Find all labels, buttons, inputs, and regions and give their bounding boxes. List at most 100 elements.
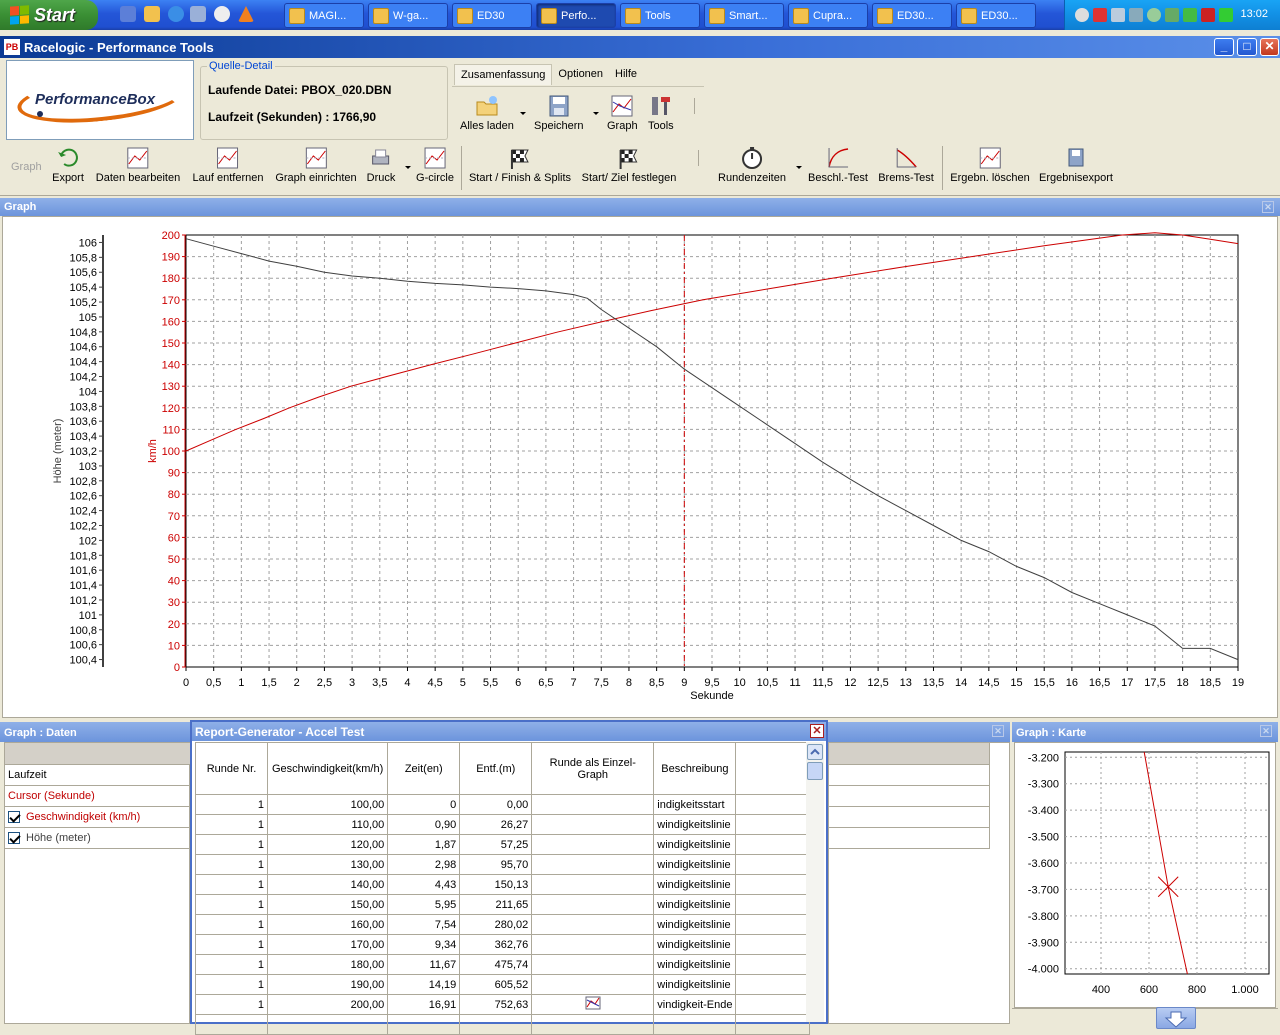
taskbar-task[interactable]: Perfo...	[536, 3, 616, 28]
taskbar-task[interactable]: Cupra...	[788, 3, 868, 28]
tray-icon[interactable]	[1093, 8, 1107, 22]
report-row[interactable]: 1 100,00 0 0,00 indigkeitsstart	[195, 794, 811, 815]
report-row[interactable]: 1 160,00 7,54 280,02 windigkeitslinie	[195, 914, 811, 935]
report-row[interactable]: 1 120,00 1,87 57,25 windigkeitslinie	[195, 834, 811, 855]
graph-icon[interactable]	[585, 996, 601, 1010]
set-start-finish-button[interactable]: Start/ Ziel festlegen	[582, 146, 676, 184]
load-all-button[interactable]: Alles laden	[460, 94, 514, 132]
report-column-header[interactable]: Geschwindigkeit(km/h)	[266, 742, 389, 795]
report-close-button[interactable]: ✕	[810, 724, 824, 738]
report-row[interactable]: 1 110,00 0,90 26,27 windigkeitslinie	[195, 814, 811, 835]
taskbar-task[interactable]: Smart...	[704, 3, 784, 28]
report-row[interactable]: 1 150,00 5,95 211,65 windigkeitslinie	[195, 894, 811, 915]
height-tick-label: 105,6	[69, 267, 97, 279]
quicklaunch-media-icon[interactable]	[214, 6, 230, 22]
map-panel-close-button[interactable]: ✕	[1260, 725, 1272, 737]
scroll-down-button[interactable]	[1156, 1007, 1196, 1029]
quicklaunch-desktop-icon[interactable]	[120, 6, 136, 22]
edit-data-button[interactable]: Daten bearbeiten	[96, 146, 180, 184]
report-scrollbar[interactable]	[806, 742, 824, 1022]
tray-icon[interactable]	[1219, 8, 1233, 22]
menu-hilfe[interactable]: Hilfe	[609, 68, 643, 80]
menu-zusamenfassung[interactable]: Zusamenfassung	[454, 63, 553, 85]
lap-times-button[interactable]: Rundenzeiten	[718, 146, 786, 184]
report-generator-window[interactable]: Report-Generator - Accel Test ✕ Runde Nr…	[190, 720, 828, 1035]
toolbar-button-label: Export	[52, 172, 84, 184]
report-column-header[interactable]: Runde Nr.	[195, 742, 268, 795]
graph-setup-button[interactable]: Graph einrichten	[275, 146, 357, 184]
quicklaunch-app-icon[interactable]	[190, 6, 206, 22]
data-row-height[interactable]: Höhe (meter)	[5, 828, 191, 849]
report-cell: 150,00	[266, 894, 389, 915]
accel-test-button[interactable]: Beschl.-Test	[808, 146, 868, 184]
graph-button[interactable]: Graph	[607, 94, 638, 132]
tray-icon[interactable]	[1183, 8, 1197, 22]
report-column-header[interactable]: Entf.(m)	[459, 742, 533, 795]
report-column-header[interactable]: Runde als Einzel-Graph	[531, 742, 655, 795]
report-cell: 475,74	[459, 954, 533, 975]
report-cell: 1	[195, 874, 268, 895]
window-titlebar[interactable]: PB Racelogic - Performance Tools _ □ ✕	[0, 36, 1280, 58]
data-values-column-header	[829, 743, 989, 765]
report-row[interactable]: 1 190,00 14,19 605,52 windigkeitslinie	[195, 974, 811, 995]
save-button[interactable]: Speichern	[534, 94, 584, 132]
start-finish-splits-button[interactable]: Start / Finish & Splits	[469, 146, 571, 184]
quicklaunch-folder-icon[interactable]	[144, 6, 160, 22]
height-tick-label: 103,2	[69, 446, 97, 458]
g-circle-button[interactable]: G-circle	[416, 146, 454, 184]
tools-button[interactable]: Tools	[648, 94, 674, 132]
tray-icon[interactable]	[1075, 8, 1089, 22]
start-button[interactable]: Start	[0, 0, 98, 30]
report-titlebar[interactable]: Report-Generator - Accel Test ✕	[192, 722, 826, 741]
tray-icon[interactable]	[1147, 8, 1161, 22]
maximize-button[interactable]: □	[1237, 38, 1257, 56]
scroll-up-button[interactable]	[807, 744, 823, 760]
report-column-header[interactable]: Zeit(en)	[387, 742, 461, 795]
taskbar-task[interactable]: ED30...	[956, 3, 1036, 28]
report-row[interactable]: 1 170,00 9,34 362,76 windigkeitslinie	[195, 934, 811, 955]
report-cell: 1	[195, 934, 268, 955]
results-export-button[interactable]: Ergebnisexport	[1039, 146, 1113, 184]
taskbar-task[interactable]: ED30...	[872, 3, 952, 28]
taskbar-task[interactable]: ED30	[452, 3, 532, 28]
chevron-down-icon[interactable]	[520, 112, 526, 115]
data-row-speed[interactable]: Geschwindigkeit (km/h)	[5, 807, 191, 828]
tray-icon[interactable]	[1111, 8, 1125, 22]
graph-area[interactable]: 0 0,5 1 1,5 2 2,5 3 3,5 4 4,5 5 5,5 6 6,5 7 7,5 8 8,5 9 9,5…	[2, 216, 1278, 718]
map-panel[interactable]: -3.200 -3.300 -3.400 -3.500 -3.600 -3.700 -3.8…	[1014, 742, 1276, 1008]
track-map[interactable]: -3.200 -3.300 -3.400 -3.500 -3.600 -3.700 -3.8…	[1015, 743, 1275, 1007]
report-cell[interactable]	[531, 994, 655, 1015]
report-column-header[interactable]: Beschreibung	[653, 742, 737, 795]
data-panel-close-button[interactable]: ✕	[992, 725, 1004, 737]
remove-run-button[interactable]: Lauf entfernen	[193, 146, 263, 184]
close-button[interactable]: ✕	[1260, 38, 1279, 56]
report-row[interactable]: 1 140,00 4,43 150,13 windigkeitslinie	[195, 874, 811, 895]
tray-icon[interactable]	[1129, 8, 1143, 22]
tools-label: Tools	[648, 120, 674, 132]
export-button[interactable]: Export	[52, 146, 84, 184]
height-tick-label: 100,4	[69, 655, 97, 667]
taskbar-task[interactable]: W-ga...	[368, 3, 448, 28]
speed-height-chart[interactable]: 0 0,5 1 1,5 2 2,5 3 3,5 4 4,5 5 5,5 6 6,5 7 7,5 8 8,5 9 9,5…	[3, 217, 1277, 717]
brake-test-button[interactable]: Brems-Test	[878, 146, 934, 184]
clear-results-button[interactable]: Ergebn. löschen	[950, 146, 1030, 184]
report-row[interactable]: 1 200,00 16,91 752,63 vindigkeit-Ende	[195, 994, 811, 1015]
scroll-thumb[interactable]	[807, 762, 823, 780]
chevron-down-icon[interactable]	[405, 166, 411, 169]
taskbar-task[interactable]: Tools	[620, 3, 700, 28]
print-button[interactable]: Druck	[367, 146, 395, 184]
height-checkbox[interactable]	[8, 832, 20, 845]
speed-checkbox[interactable]	[8, 811, 20, 824]
chevron-down-icon[interactable]	[593, 112, 599, 115]
report-row[interactable]: 1 130,00 2,98 95,70 windigkeitslinie	[195, 854, 811, 875]
tray-icon[interactable]	[1201, 8, 1215, 22]
quicklaunch-ie-icon[interactable]	[168, 6, 184, 22]
minimize-button[interactable]: _	[1214, 38, 1234, 56]
chevron-down-icon[interactable]	[796, 166, 802, 169]
taskbar-task[interactable]: MAGI...	[284, 3, 364, 28]
graph-panel-close-button[interactable]: ✕	[1262, 201, 1274, 213]
menu-optionen[interactable]: Optionen	[552, 68, 609, 80]
report-row[interactable]: 1 180,00 11,67 475,74 windigkeitslinie	[195, 954, 811, 975]
quicklaunch-vlc-icon[interactable]	[238, 6, 254, 22]
tray-icon[interactable]	[1165, 8, 1179, 22]
